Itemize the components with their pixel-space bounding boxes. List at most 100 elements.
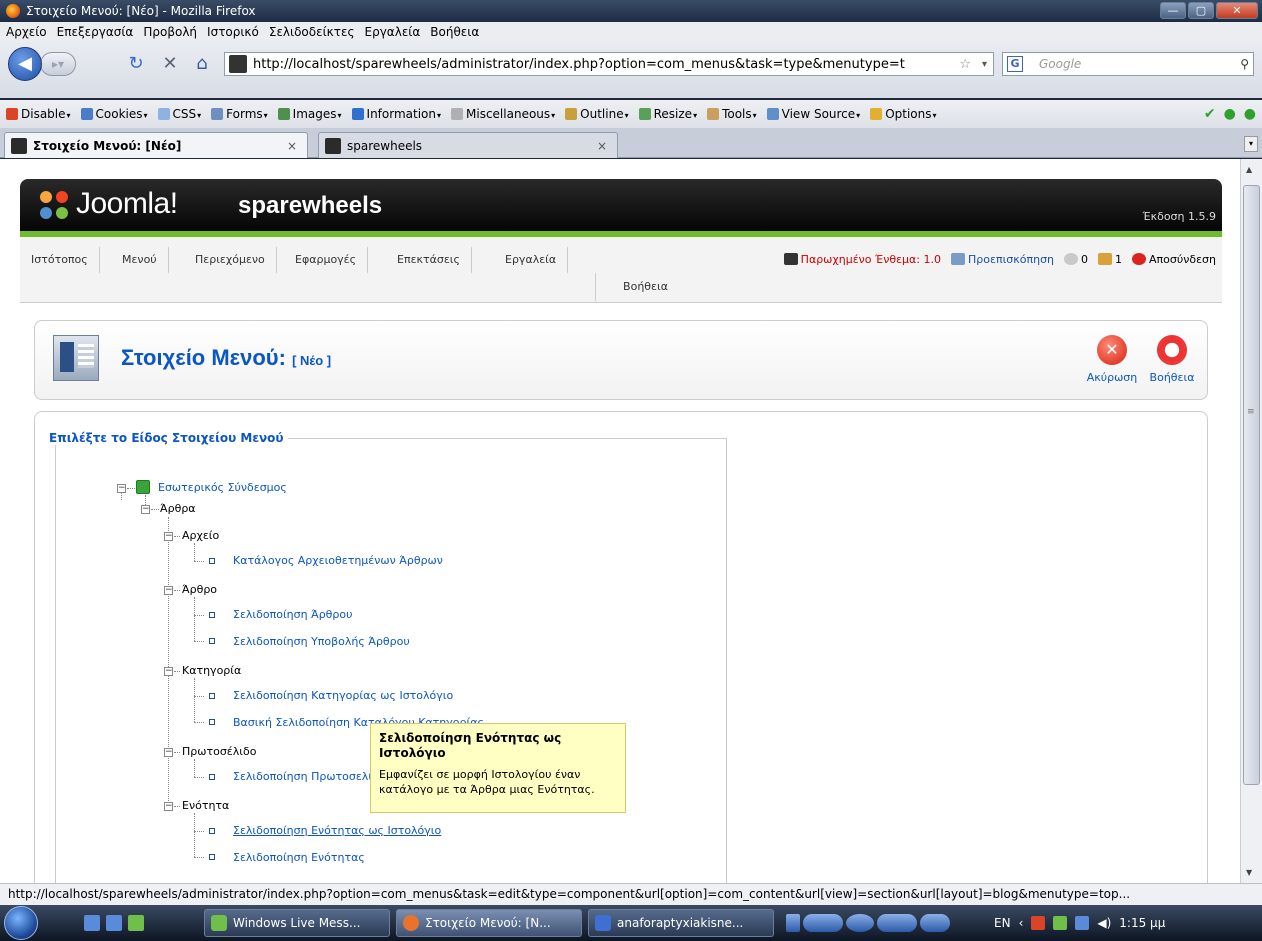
tree-node-archive[interactable]: Αρχείο — [182, 529, 219, 542]
tab-list-dropdown-icon[interactable]: ▾ — [1244, 136, 1258, 152]
tree-leaf-article-layout[interactable]: Σελιδοποίηση Άρθρου — [233, 608, 352, 621]
collapse-icon[interactable]: − — [141, 505, 150, 514]
stop-prev-icon[interactable] — [803, 914, 843, 932]
task-word[interactable]: anaforaptyxiakisne... — [588, 909, 774, 937]
close-window-button[interactable]: ✕ — [1216, 2, 1258, 19]
tree-node-internal-link[interactable]: Εσωτερικός Σύνδεσμος — [158, 481, 287, 494]
media-player-controls[interactable] — [786, 912, 986, 934]
vertical-scrollbar[interactable]: ▲ ≡ ▼ — [1240, 159, 1262, 883]
admin-menu-extensions[interactable]: Επεκτάσεις — [386, 247, 472, 273]
admin-menu-components[interactable]: Εφαρμογές — [284, 247, 369, 273]
volume-control-icon[interactable] — [920, 914, 950, 932]
admin-menu-content[interactable]: Περιεχόμενο — [184, 247, 277, 273]
menu-edit[interactable]: Επεξεργασία — [57, 25, 134, 39]
admin-menu-menus[interactable]: Μενού — [111, 247, 169, 273]
menu-view[interactable]: Προβολή — [143, 25, 197, 39]
tree-node-category[interactable]: Κατηγορία — [182, 664, 241, 677]
collapse-icon[interactable]: − — [164, 748, 173, 757]
devbar-cookies[interactable]: Cookies — [80, 107, 148, 121]
tree-node-articles[interactable]: Άρθρα — [160, 502, 196, 515]
search-icon[interactable]: ⚲ — [1240, 57, 1249, 71]
devbar-information[interactable]: Information — [351, 107, 441, 121]
css-valid-icon[interactable]: ● — [1224, 106, 1236, 122]
devbar-resize[interactable]: Resize — [638, 107, 697, 121]
menu-file[interactable]: Αρχείο — [6, 25, 47, 39]
check-icon[interactable]: ✔ — [1204, 106, 1216, 122]
play-pause-icon[interactable] — [846, 914, 874, 932]
menu-help[interactable]: Βοήθεια — [430, 25, 479, 39]
tree-leaf-archived-list[interactable]: Κατάλογος Αρχειοθετημένων Άρθρων — [233, 554, 443, 567]
tab-menu-item[interactable]: Στοιχείο Μενού: [Νέο] × — [4, 132, 308, 158]
bookmark-star-icon[interactable]: ☆ — [959, 57, 971, 72]
devbar-tools[interactable]: Tools — [707, 107, 757, 121]
home-icon[interactable]: ⌂ — [190, 52, 214, 76]
clock[interactable]: 1:15 μμ — [1119, 916, 1165, 930]
minimize-button[interactable]: — — [1160, 2, 1186, 19]
close-tab-icon[interactable]: × — [597, 139, 607, 153]
scroll-thumb[interactable] — [1243, 185, 1260, 785]
start-button[interactable] — [4, 906, 38, 940]
task-messenger[interactable]: Windows Live Mess... — [204, 909, 390, 937]
next-icon[interactable] — [877, 914, 917, 932]
devbar-options[interactable]: Options — [870, 107, 936, 121]
scroll-up-icon[interactable]: ▲ — [1246, 165, 1252, 174]
language-indicator[interactable]: EN — [994, 916, 1011, 930]
switch-windows-icon[interactable] — [106, 915, 122, 931]
stop-icon[interactable]: ✕ — [158, 52, 182, 76]
options-icon — [870, 108, 883, 120]
messenger-quick-icon[interactable] — [128, 915, 144, 931]
tray-messenger-icon[interactable] — [1053, 916, 1068, 930]
close-tab-icon[interactable]: × — [287, 139, 297, 153]
scroll-down-icon[interactable]: ▼ — [1246, 868, 1252, 877]
tree-leaf-section-layout[interactable]: Σελιδοποίηση Ενότητας — [233, 851, 365, 864]
menu-history[interactable]: Ιστορικό — [207, 25, 259, 39]
reload-icon[interactable]: ↻ — [124, 52, 148, 76]
task-firefox[interactable]: Στοιχείο Μενού: [N... — [396, 909, 582, 937]
url-bar[interactable]: http://localhost/sparewheels/administrat… — [224, 52, 994, 76]
tree-leaf-article-submission[interactable]: Σελιδοποίηση Υποβολής Άρθρου — [233, 635, 410, 648]
admin-menu-site[interactable]: Ιστότοπος — [20, 247, 100, 273]
menu-tools[interactable]: Εργαλεία — [365, 25, 421, 39]
back-button[interactable]: ◀ — [8, 47, 42, 81]
devbar-forms[interactable]: Forms — [211, 107, 268, 121]
preview-link[interactable]: Προεπισκόπηση — [951, 253, 1054, 266]
network-icon[interactable] — [1075, 916, 1090, 930]
search-box[interactable]: G Google ⚲ — [1002, 52, 1254, 76]
devbar-disable[interactable]: Disable — [6, 107, 71, 121]
tree-leaf-category-blog[interactable]: Σελιδοποίηση Κατηγορίας ως Ιστολόγιο — [233, 689, 453, 702]
tree-node-frontpage[interactable]: Πρωτοσέλιδο — [182, 745, 256, 758]
tab-sparewheels[interactable]: sparewheels × — [318, 132, 618, 158]
tree-node-article[interactable]: Άρθρο — [182, 583, 217, 596]
help-button[interactable]: Βοήθεια — [1145, 335, 1199, 384]
collapse-icon[interactable]: − — [164, 667, 173, 676]
devbar-images[interactable]: Images — [277, 107, 342, 121]
collapse-icon[interactable]: − — [164, 802, 173, 811]
devbar-view-source[interactable]: View Source — [766, 107, 861, 121]
window-titlebar[interactable]: Στοιχείο Μενού: [Νέο] - Mozilla Firefox … — [0, 0, 1262, 22]
google-engine-icon[interactable]: G — [1007, 56, 1023, 72]
legacy-mode-link[interactable]: Παρωχημένο Ένθεμα: 1.0 — [783, 253, 941, 266]
collapse-icon[interactable]: − — [117, 484, 126, 493]
messages-count[interactable]: 0 — [1064, 253, 1088, 266]
forward-button[interactable]: ▸▾ — [40, 52, 76, 76]
cancel-button[interactable]: ✕ Ακύρωση — [1085, 335, 1139, 384]
devbar-css[interactable]: CSS — [157, 107, 202, 121]
devbar-outline[interactable]: Outline — [565, 107, 628, 121]
html-valid-icon[interactable]: ● — [1244, 106, 1256, 122]
tree-node-section[interactable]: Ενότητα — [182, 799, 229, 812]
maximize-button[interactable]: ▢ — [1188, 2, 1214, 19]
show-desktop-icon[interactable] — [84, 915, 100, 931]
tray-chevron-icon[interactable]: ‹ — [1019, 916, 1024, 930]
collapse-icon[interactable]: − — [164, 532, 173, 541]
admin-menu-help[interactable]: Βοήθεια — [595, 273, 695, 301]
tree-leaf-section-blog[interactable]: Σελιδοποίηση Ενότητας ως Ιστολόγιο — [233, 824, 441, 837]
admin-menu-tools[interactable]: Εργαλεία — [494, 247, 569, 273]
logout-link[interactable]: Αποσύνδεση — [1132, 253, 1216, 266]
tray-app-icon[interactable] — [1031, 916, 1046, 930]
devbar-miscellaneous[interactable]: Miscellaneous — [451, 107, 555, 121]
menu-bookmarks[interactable]: Σελιδοδείκτες — [269, 25, 355, 39]
url-dropdown-icon[interactable]: ▾ — [982, 59, 987, 70]
users-count[interactable]: 1 — [1098, 253, 1122, 266]
speaker-icon[interactable]: ◀) — [1097, 916, 1111, 930]
collapse-icon[interactable]: − — [164, 586, 173, 595]
